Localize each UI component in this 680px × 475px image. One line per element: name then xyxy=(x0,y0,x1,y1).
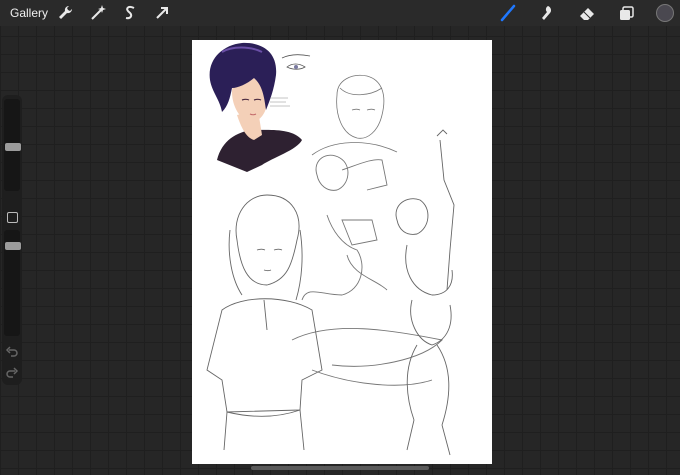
home-indicator xyxy=(251,466,429,470)
colored-portrait xyxy=(209,42,302,172)
redo-icon[interactable] xyxy=(5,366,19,380)
transform-arrow-icon[interactable] xyxy=(152,3,172,23)
eraser-icon[interactable] xyxy=(577,3,597,23)
sketch-figure-left xyxy=(206,194,323,451)
sketch-head xyxy=(311,74,398,156)
top-toolbar: Gallery xyxy=(0,0,680,26)
color-swatch[interactable] xyxy=(656,4,674,22)
layers-icon[interactable] xyxy=(616,3,636,23)
brush-size-slider[interactable] xyxy=(4,99,21,191)
wrench-icon[interactable] xyxy=(56,3,76,23)
gallery-button[interactable]: Gallery xyxy=(10,6,48,20)
sketch-artwork xyxy=(206,42,455,456)
sketch-figure-middle xyxy=(291,154,443,386)
left-sidebar xyxy=(2,95,22,385)
modify-square-icon[interactable] xyxy=(7,212,18,223)
selection-icon[interactable] xyxy=(120,3,140,23)
undo-icon[interactable] xyxy=(5,345,19,359)
opacity-slider[interactable] xyxy=(4,230,21,336)
eye-study xyxy=(270,54,311,107)
brush-icon[interactable] xyxy=(498,3,518,23)
brush-size-handle[interactable] xyxy=(5,143,21,151)
magic-wand-icon[interactable] xyxy=(88,3,108,23)
drawing-canvas[interactable] xyxy=(192,40,492,464)
smudge-icon[interactable] xyxy=(537,3,557,23)
opacity-handle[interactable] xyxy=(5,242,21,250)
sketch-figure-right xyxy=(395,129,455,456)
